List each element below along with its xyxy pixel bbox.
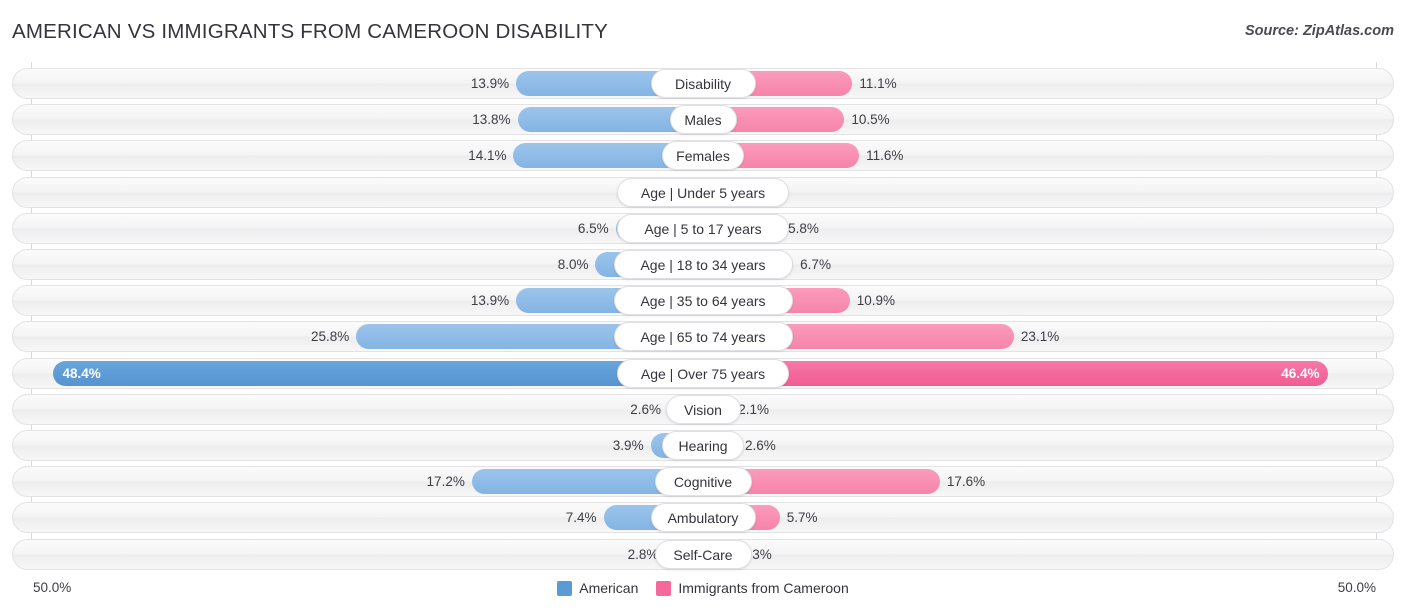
legend-swatch-icon [656,580,672,596]
row-label-pill: Age | Under 5 years [617,177,789,207]
row-label-pill: Age | 5 to 17 years [617,213,789,243]
value-label-american: 25.8% [310,329,350,345]
bar-immigrants [703,360,1328,386]
chart-row: 13.9% 11.1% Disability [12,68,1394,99]
chart-row: 14.1% 11.6% Females [12,140,1394,172]
value-label-immigrants: 10.9% [856,293,895,309]
chart-row: 25.8% 23.1% Age | 65 to 74 years [12,321,1394,353]
value-label-immigrants: 5.8% [788,220,819,236]
row-label-pill: Disability [650,69,756,98]
chart-row: 2.8% 2.3% Self-Care [12,538,1394,570]
value-label-american: 13.9% [470,293,510,309]
value-label-american: 7.4% [565,510,597,526]
value-label-immigrants: 5.7% [786,510,818,526]
value-label-american: 8.0% [557,257,589,272]
chart-row: 17.2% 17.6% Cognitive [12,466,1394,498]
value-label-american: 17.2% [426,474,465,490]
row-label-pill: Self-Care [654,539,752,569]
value-label-american: 3.9% [612,438,644,453]
chart-plot-area: 13.9% 11.1% Disability 13.8% 10.5% Males 14.1%… [0,62,1406,572]
value-label-american: 13.8% [472,112,511,128]
row-label-pill: Males [669,105,737,135]
value-label-immigrants: 46.4% [1281,365,1320,381]
chart-row: 48.4% 46.4% Age | Over 75 years [12,357,1394,389]
value-label-immigrants: 6.7% [800,257,831,272]
row-label-pill: Females [662,141,744,171]
legend-item[interactable]: American [557,580,638,596]
value-label-immigrants: 11.1% [859,76,897,91]
value-label-immigrants: 23.1% [1020,329,1060,345]
chart-row: 6.5% 5.8% Age | 5 to 17 years [12,212,1394,244]
value-label-american: 48.4% [62,365,101,381]
page-title: AMERICAN VS IMMIGRANTS FROM CAMEROON DIS… [12,20,608,43]
value-label-immigrants: 10.5% [851,112,890,128]
chart-row: 8.0% 6.7% Age | 18 to 34 years [12,249,1394,280]
row-label-pill: Ambulatory [650,503,756,533]
source-attribution: Source: ZipAtlas.com [1244,23,1394,39]
value-label-american: 6.5% [577,220,609,236]
legend-label: Immigrants from Cameroon [678,580,849,596]
legend-swatch-icon [557,580,573,596]
value-label-american: 2.6% [630,401,662,417]
value-label-american: 14.1% [468,148,507,164]
chart-footer: 50.0% 50.0% American Immigrants from Came… [0,574,1406,612]
chart-row: 3.9% 2.6% Hearing [12,430,1394,461]
value-label-immigrants: 2.3% [740,546,772,562]
chart-row: 13.8% 10.5% Males [12,104,1394,136]
row-label-pill: Age | 65 to 74 years [613,322,793,352]
legend-label: American [579,580,639,596]
value-label-american: 13.9% [470,76,510,91]
chart-row: 2.6% 2.1% Vision [12,393,1394,425]
value-label-american: 2.8% [627,546,659,562]
value-label-immigrants: 2.1% [738,401,770,417]
row-label-pill: Vision [665,394,741,424]
value-label-immigrants: 11.6% [866,148,904,164]
chart-legend: American Immigrants from Cameroon [0,580,1406,596]
row-label-pill: Age | Over 75 years [617,358,789,388]
chart-row: 7.4% 5.7% Ambulatory [12,502,1394,534]
chart-row: 1.9%1.4%Age | Under 5 years [12,176,1394,208]
chart-row: 13.9% 10.9% Age | 35 to 64 years [12,285,1394,317]
bar-american [52,360,703,386]
row-label-pill: Age | 18 to 34 years [613,250,793,279]
row-label-pill: Cognitive [654,467,752,497]
row-label-pill: Age | 35 to 64 years [613,286,793,316]
row-label-pill: Hearing [662,431,744,460]
value-label-immigrants: 17.6% [946,474,986,490]
chart-header: AMERICAN VS IMMIGRANTS FROM CAMEROON DIS… [0,0,1406,56]
legend-item[interactable]: Immigrants from Cameroon [656,580,849,596]
value-label-immigrants: 2.6% [744,438,776,453]
